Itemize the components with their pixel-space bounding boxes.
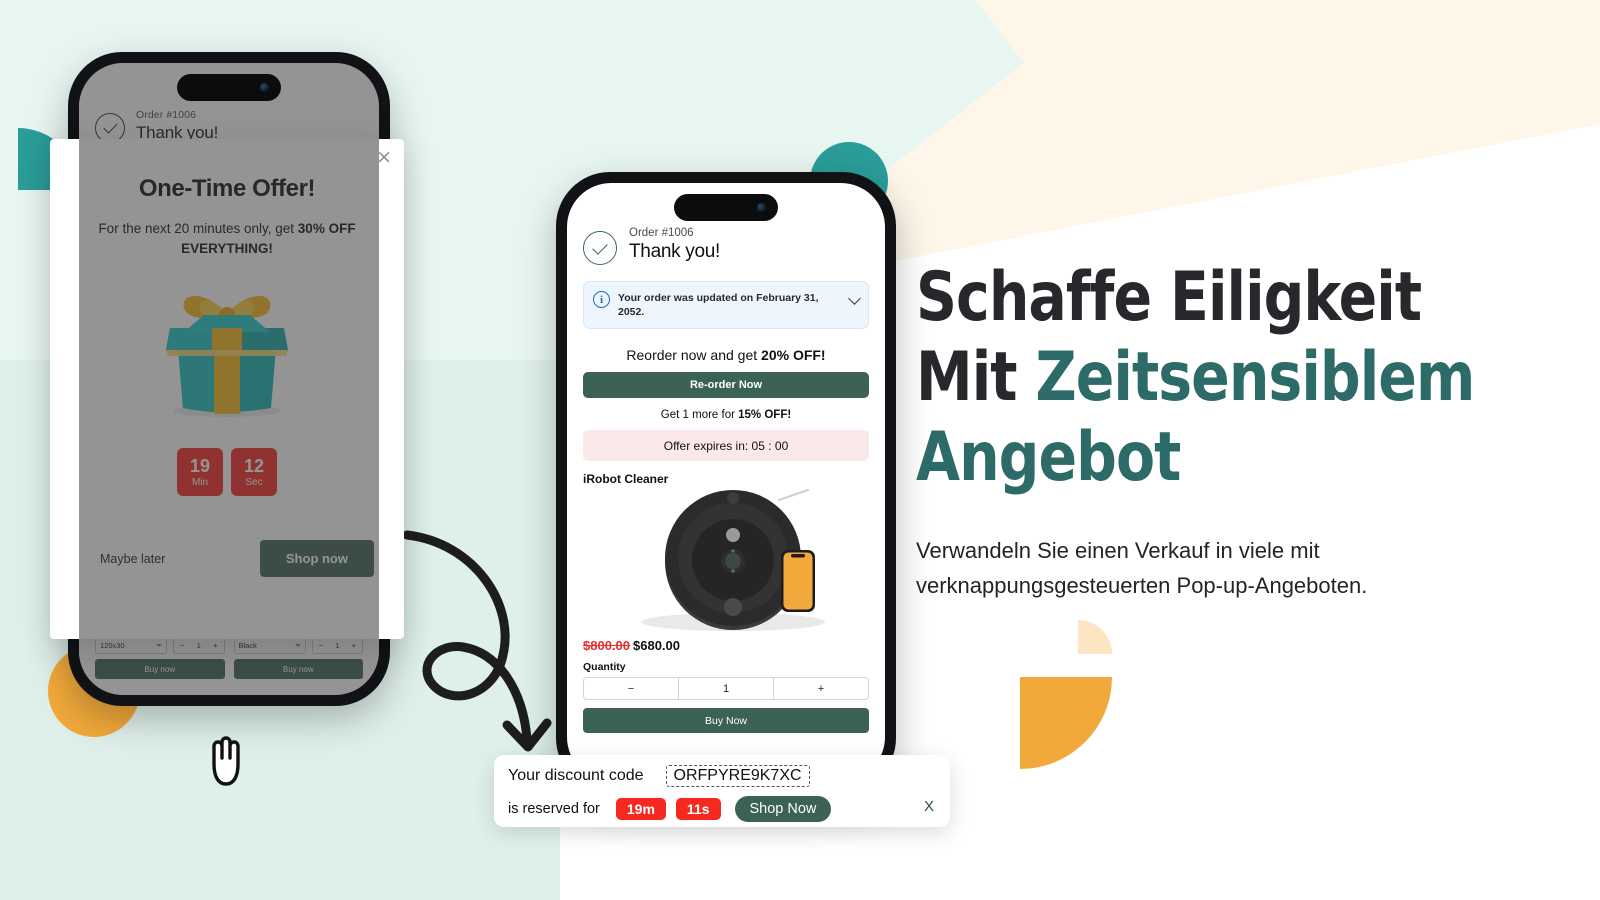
quantity-minus-button[interactable]: − xyxy=(313,641,329,650)
popup-subtitle: For the next 20 minutes only, get 30% OF… xyxy=(76,219,378,258)
reserved-label: is reserved for xyxy=(508,801,600,817)
reserved-seconds: 11s xyxy=(675,798,721,820)
discount-code-bar: Your discount code ORFPYRE9K7XC is reser… xyxy=(494,755,950,827)
quantity-minus-button[interactable]: − xyxy=(584,683,678,695)
shop-now-button[interactable]: Shop Now xyxy=(734,796,832,822)
headline-line-2-accent: Zeitsensiblem xyxy=(1035,338,1475,418)
quantity-plus-button[interactable]: + xyxy=(207,641,223,650)
product-image xyxy=(583,488,869,636)
one-time-offer-popup: × One-Time Offer! For the next 20 minute… xyxy=(50,139,404,786)
check-circle-icon xyxy=(583,231,617,265)
headline-line-2-plain: Mit xyxy=(916,338,1036,418)
chevron-down-icon[interactable] xyxy=(848,292,861,305)
quantity-value: 1 xyxy=(196,641,201,650)
reorder-discount: 20% OFF! xyxy=(761,347,826,364)
quantity-plus-button[interactable]: + xyxy=(346,641,362,650)
chevron-down-icon xyxy=(156,644,163,647)
variant-value: Black xyxy=(238,641,257,650)
info-icon: i xyxy=(593,291,610,308)
buy-now-button[interactable]: Buy now xyxy=(95,659,225,679)
getmore-discount: 15% OFF! xyxy=(738,409,792,422)
buy-now-button[interactable]: Buy now xyxy=(233,659,363,679)
phone-notch xyxy=(177,74,281,101)
headline-line-2: Mit Zeitsensiblem xyxy=(916,338,1521,418)
reserved-minutes: 19m xyxy=(615,798,666,820)
cursor-hand-icon xyxy=(202,734,244,786)
timer-seconds: 12 Sec xyxy=(231,448,277,497)
maybe-later-button[interactable]: Maybe later xyxy=(80,552,165,566)
order-header: Order #1006 Thank you! xyxy=(583,227,869,265)
reorder-now-button[interactable]: Re-order Now xyxy=(583,372,869,399)
quantity-value: 1 xyxy=(335,641,340,650)
quantity-label: Quantity xyxy=(583,661,626,674)
close-icon[interactable]: X xyxy=(924,798,934,815)
headline-line-3: Angebot xyxy=(916,418,1181,498)
popup-title: One-Time Offer! xyxy=(138,175,316,202)
page-subtitle: Verwandeln Sie einen Verkauf in viele mi… xyxy=(916,537,1368,599)
hero-banner: Order #1006 Thank you! Select 120x30 xyxy=(0,0,1600,900)
marketing-copy: Schaffe Eiligkeit Mit Zeitsensiblem Ange… xyxy=(916,258,1566,604)
popup-actions: Maybe later Shop now xyxy=(76,540,378,578)
quantity-value: 1 xyxy=(722,682,730,695)
reorder-lead: Reorder now and get xyxy=(626,347,762,364)
thank-you-title: Thank you! xyxy=(629,241,720,262)
close-icon[interactable]: × xyxy=(376,148,392,167)
offer-expires-bar: Offer expires in: 05 : 00 xyxy=(583,430,869,462)
camera-icon xyxy=(757,203,766,212)
order-header: Order #1006 Thank you! xyxy=(95,109,363,143)
phone-notch xyxy=(674,194,778,221)
gift-box-icon xyxy=(76,280,378,420)
variant-select[interactable]: 120x30 xyxy=(95,637,168,654)
quantity-stepper[interactable]: − 1 + xyxy=(311,637,363,654)
quantity-minus-button[interactable]: − xyxy=(174,641,190,650)
countdown-timer: 19 Min 12 Sec xyxy=(76,448,378,497)
foreground-phone-mockup: Order #1006 Thank you! i Your order was … xyxy=(556,172,896,792)
headline-line-1: Schaffe Eiligkeit xyxy=(916,258,1422,337)
camera-icon xyxy=(260,83,269,92)
order-update-banner[interactable]: i Your order was updated on February 31,… xyxy=(583,281,869,330)
order-update-text: Your order was updated on February 31, 2… xyxy=(618,292,819,319)
shop-now-button[interactable]: Shop now xyxy=(259,540,374,578)
order-number: Order #1006 xyxy=(136,109,197,121)
order-number: Order #1006 xyxy=(629,227,694,239)
quantity-stepper[interactable]: − 1 + xyxy=(583,677,869,701)
variant-select[interactable]: Black xyxy=(233,637,306,654)
page-title: Schaffe Eiligkeit Mit Zeitsensiblem Ange… xyxy=(916,258,1521,499)
quantity-plus-button[interactable]: + xyxy=(774,683,868,695)
reorder-offer-text: Reorder now and get 20% OFF! xyxy=(583,347,869,363)
quantity-stepper[interactable]: − 1 + xyxy=(173,637,225,654)
variant-value: 120x30 xyxy=(100,641,125,650)
buy-now-button[interactable]: Buy Now xyxy=(583,708,869,734)
getmore-lead: Get 1 more for xyxy=(660,409,739,422)
timer-minutes-value: 19 xyxy=(189,455,211,476)
price-discounted: $680.00 xyxy=(633,638,680,654)
timer-minutes: 19 Min xyxy=(177,448,223,497)
popup-subtitle-lead: For the next 20 minutes only, get xyxy=(98,221,298,236)
price-original: $800.00 xyxy=(583,638,630,654)
price-row: $800.00 $680.00 xyxy=(583,638,869,653)
timer-minutes-unit: Min xyxy=(191,476,209,488)
discount-code-label: Your discount code xyxy=(508,767,644,784)
timer-seconds-value: 12 xyxy=(243,455,265,476)
discount-code-value[interactable]: ORFPYRE9K7XC xyxy=(665,765,810,787)
product-title: iRobot Cleaner xyxy=(583,472,669,487)
chevron-down-icon xyxy=(294,644,301,647)
decor-orange-small-quarter xyxy=(1078,620,1112,654)
timer-seconds-unit: Sec xyxy=(245,476,263,488)
decor-orange-big-quarter xyxy=(1020,677,1112,769)
get-more-offer-text: Get 1 more for 15% OFF! xyxy=(583,409,869,421)
